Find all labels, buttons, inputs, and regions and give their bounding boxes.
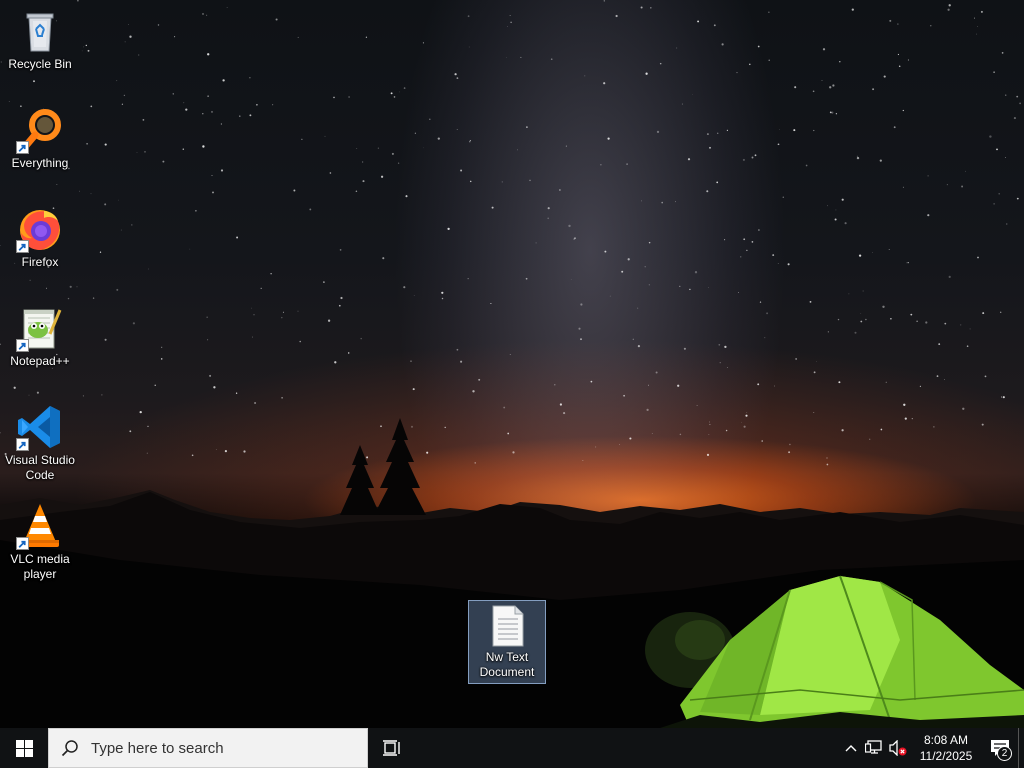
desktop-icon-firefox[interactable]: Firefox [0,205,80,270]
desktop-icon-everything[interactable]: Everything [0,106,80,171]
clock[interactable]: 8:08 AM 11/2/2025 [910,728,982,768]
firefox-icon [16,205,64,253]
vlc-icon [16,502,64,550]
shortcut-arrow-icon [16,240,29,253]
taskbar: Type here to search 8:08 AM 11/2/2025 2 [0,728,1024,768]
system-tray: 8:08 AM 11/2/2025 2 [840,728,1024,768]
desktop-icon-vscode[interactable]: Visual Studio Code [0,403,80,483]
shortcut-arrow-icon [16,438,29,451]
desktop-icon-text-document[interactable]: Nw Text Document [468,600,546,684]
desktop-icon-label: Firefox [21,255,59,269]
desktop-icon-vlc[interactable]: VLC media player [0,502,80,582]
desktop-icon-notepad-plus-plus[interactable]: Notepad++ [0,304,80,369]
desktop-icon-label: Everything [11,156,69,170]
vscode-icon [16,403,64,451]
network-icon [865,740,882,754]
shortcut-arrow-icon [16,537,29,550]
show-hidden-icons-button[interactable] [840,728,862,768]
desktop-icon-label: Visual Studio Code [5,453,75,482]
show-desktop-button[interactable] [1018,728,1024,768]
taskbar-search-box[interactable]: Type here to search [48,728,368,768]
task-view-icon [383,740,400,756]
desktop-icon-label: Recycle Bin [8,57,72,71]
windows-logo-icon [15,739,33,757]
volume-muted-icon [889,740,907,756]
volume-button[interactable] [886,728,910,768]
search-placeholder: Type here to search [91,739,224,757]
desktop-icon-recycle-bin[interactable]: Recycle Bin [0,7,80,72]
clock-time: 8:08 AM [923,733,969,747]
action-center-button[interactable]: 2 [982,728,1018,768]
search-icon [61,740,78,757]
recycle-bin-icon [16,7,64,55]
notepad-plus-plus-icon [16,304,64,352]
desktop-icon-label: VLC media player [10,552,70,581]
network-button[interactable] [862,728,886,768]
desktop-icon-label: Nw Text Document [479,650,535,679]
everything-search-icon [16,106,64,154]
notification-count-badge: 2 [997,746,1012,761]
shortcut-arrow-icon [16,141,29,154]
shortcut-arrow-icon [16,339,29,352]
task-view-button[interactable] [368,728,416,768]
start-button[interactable] [0,728,48,768]
chevron-up-icon [845,745,857,752]
text-document-icon [487,604,527,648]
desktop-icon-label: Notepad++ [10,354,70,368]
clock-date: 11/2/2025 [919,749,973,763]
